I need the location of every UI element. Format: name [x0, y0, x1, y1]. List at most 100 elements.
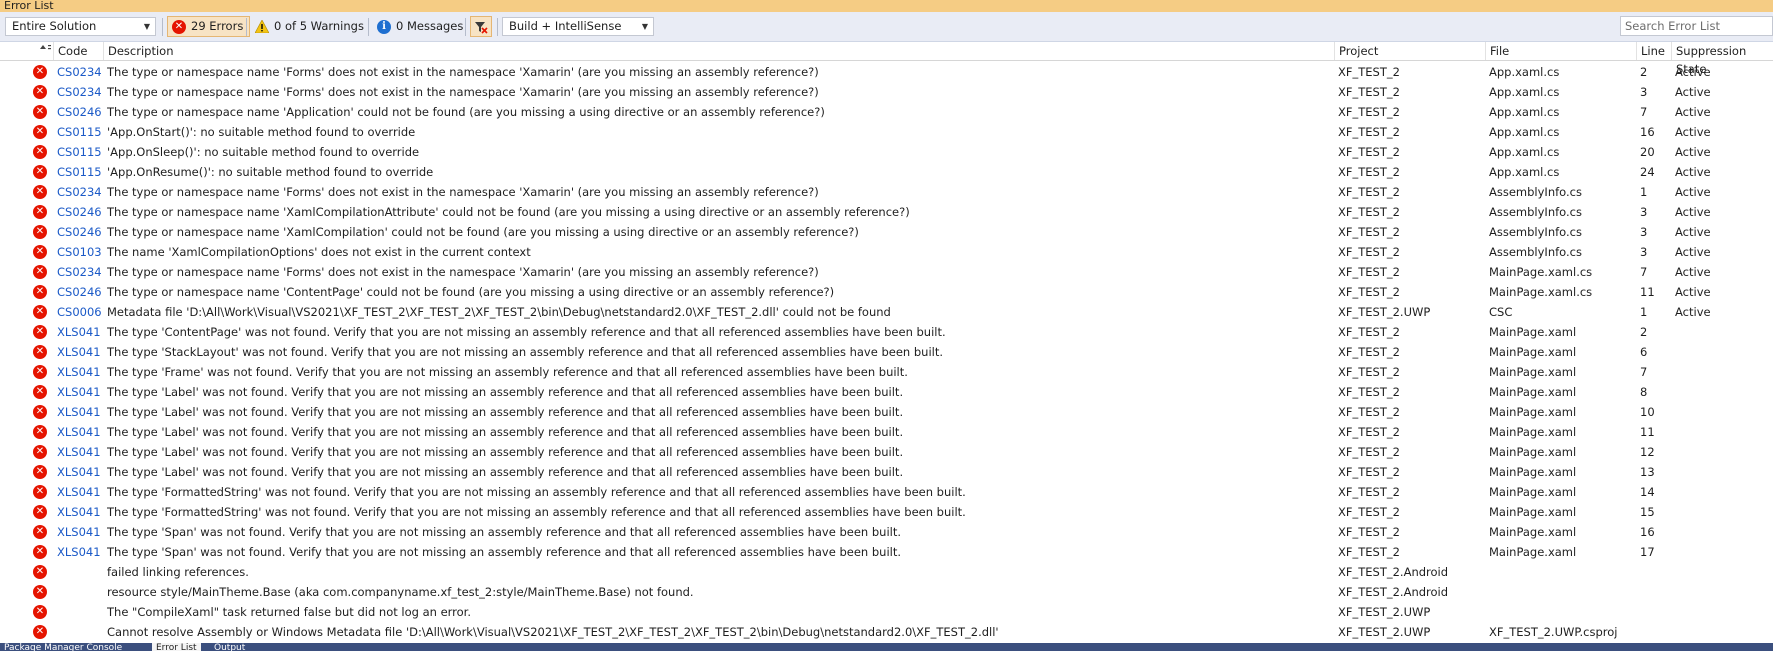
table-row[interactable]: ✕ XLS0414 The type 'Label' was not found. …: [0, 442, 1773, 462]
error-file: [1489, 582, 1634, 602]
column-header-code[interactable]: Code: [53, 42, 103, 60]
error-code-link[interactable]: [57, 602, 101, 622]
table-row[interactable]: ✕ Cannot resolve Assembly or Windows Meta…: [0, 622, 1773, 642]
error-code-link[interactable]: XLS0414: [57, 542, 101, 562]
tab-error-list[interactable]: Error List: [152, 643, 201, 651]
error-code-link[interactable]: CS0103: [57, 242, 101, 262]
error-icon: ✕: [33, 245, 47, 259]
error-project: XF_TEST_2: [1338, 145, 1400, 159]
table-row[interactable]: ✕ XLS0414 The type 'Label' was not found. …: [0, 382, 1773, 402]
error-code-link[interactable]: CS0115: [57, 162, 101, 182]
error-code-link[interactable]: XLS0414: [57, 462, 101, 482]
error-suppression-state: Active: [1675, 205, 1711, 219]
table-row[interactable]: ✕ CS0246 The type or namespace name 'Conte…: [0, 282, 1773, 302]
table-row[interactable]: ✕ XLS0414 The type 'StackLayout' was not f…: [0, 342, 1773, 362]
error-code-link[interactable]: CS0234: [57, 62, 101, 82]
build-filter-dropdown[interactable]: Build + IntelliSense ▼: [502, 17, 654, 36]
error-code-link[interactable]: XLS0414: [57, 522, 101, 542]
error-code-link[interactable]: XLS0414: [57, 382, 101, 402]
column-header-line[interactable]: Line: [1636, 42, 1671, 60]
table-row[interactable]: ✕ The "CompileXaml" task returned false b…: [0, 602, 1773, 622]
errors-filter-button[interactable]: ✕ 29 Errors: [167, 16, 251, 37]
tab-output[interactable]: Output: [210, 643, 249, 651]
error-suppression-state: Active: [1675, 85, 1711, 99]
column-header-description[interactable]: Description: [103, 42, 1334, 60]
error-code-link[interactable]: CS0234: [57, 182, 101, 202]
window-title: Error List: [0, 0, 1773, 12]
filter-button[interactable]: [470, 16, 492, 37]
table-row[interactable]: ✕ resource style/MainTheme.Base (aka com.…: [0, 582, 1773, 602]
column-header-suppression[interactable]: Suppression State: [1671, 42, 1773, 76]
table-row[interactable]: ✕ XLS0414 The type 'Frame' was not found. …: [0, 362, 1773, 382]
error-code-link[interactable]: CS0115: [57, 142, 101, 162]
error-description: The type 'Span' was not found. Verify th…: [107, 525, 902, 539]
error-project: XF_TEST_2: [1338, 165, 1400, 179]
error-description: The type 'Label' was not found. Verify t…: [107, 425, 904, 439]
error-code-link[interactable]: [57, 562, 101, 582]
error-code-link[interactable]: XLS0414: [57, 362, 101, 382]
table-row[interactable]: ✕ CS0246 The type or namespace name 'XamlC…: [0, 222, 1773, 242]
error-file: MainPage.xaml.cs: [1489, 265, 1593, 279]
table-row[interactable]: ✕ CS0115 'App.OnStart()': no suitable meth…: [0, 122, 1773, 142]
table-row[interactable]: ✕ CS0246 The type or namespace name 'XamlC…: [0, 202, 1773, 222]
error-project: XF_TEST_2: [1338, 85, 1400, 99]
table-row[interactable]: ✕ CS0234 The type or namespace name 'Forms…: [0, 62, 1773, 82]
error-description: resource style/MainTheme.Base (aka com.c…: [107, 585, 694, 599]
error-line: 10: [1640, 405, 1655, 419]
error-code-link[interactable]: XLS0414: [57, 422, 101, 442]
table-row[interactable]: ✕ CS0246 The type or namespace name 'Appli…: [0, 102, 1773, 122]
error-code-link[interactable]: CS0006: [57, 302, 101, 322]
error-code-link[interactable]: CS0115: [57, 122, 101, 142]
table-row[interactable]: ✕ CS0115 'App.OnSleep()': no suitable meth…: [0, 142, 1773, 162]
table-row[interactable]: ✕ XLS0414 The type 'ContentPage' was not f…: [0, 322, 1773, 342]
table-row[interactable]: ✕ XLS0414 The type 'Span' was not found. V…: [0, 542, 1773, 562]
table-row[interactable]: ✕ CS0234 The type or namespace name 'Forms…: [0, 82, 1773, 102]
table-row[interactable]: ✕ CS0234 The type or namespace name 'Forms…: [0, 262, 1773, 282]
error-code-link[interactable]: CS0246: [57, 102, 101, 122]
build-filter-value: Build + IntelliSense: [509, 19, 622, 33]
table-row[interactable]: ✕ XLS0414 The type 'Label' was not found. …: [0, 402, 1773, 422]
error-code-link[interactable]: CS0234: [57, 262, 101, 282]
messages-filter-button[interactable]: i 0 Messages: [373, 16, 469, 37]
table-row[interactable]: ✕ XLS0414 The type 'Label' was not found. …: [0, 462, 1773, 482]
column-header-row: Code Description Project File Line Suppr…: [0, 42, 1773, 76]
error-code-link[interactable]: CS0246: [57, 202, 101, 222]
error-file: [1489, 602, 1634, 622]
table-row[interactable]: ✕ failed linking references. XF_TEST_2.And…: [0, 562, 1773, 582]
table-row[interactable]: ✕ XLS0414 The type 'FormattedString' was n…: [0, 502, 1773, 522]
error-code-link[interactable]: CS0234: [57, 82, 101, 102]
error-suppression-state: Active: [1675, 145, 1711, 159]
error-code-link[interactable]: XLS0414: [57, 342, 101, 362]
scope-dropdown[interactable]: Entire Solution ▼: [5, 17, 156, 36]
chevron-down-icon: ▼: [143, 22, 150, 31]
table-row[interactable]: ✕ CS0115 'App.OnResume()': no suitable met…: [0, 162, 1773, 182]
error-suppression-state: [1675, 342, 1773, 362]
error-suppression-state: Active: [1675, 285, 1711, 299]
error-code-link[interactable]: [57, 582, 101, 602]
table-row[interactable]: ✕ CS0006 Metadata file 'D:\All\Work\Visual…: [0, 302, 1773, 322]
error-code-link[interactable]: CS0246: [57, 282, 101, 302]
error-code-link[interactable]: XLS0414: [57, 322, 101, 342]
table-row[interactable]: ✕ XLS0414 The type 'Label' was not found. …: [0, 422, 1773, 442]
search-input[interactable]: Search Error List: [1620, 16, 1773, 36]
error-line: 13: [1640, 465, 1655, 479]
error-line: 1: [1640, 305, 1648, 319]
column-header-icon[interactable]: [28, 42, 56, 60]
error-file: MainPage.xaml: [1489, 505, 1577, 519]
table-row[interactable]: ✕ XLS0414 The type 'FormattedString' was n…: [0, 482, 1773, 502]
error-code-link[interactable]: XLS0414: [57, 402, 101, 422]
error-line: [1640, 602, 1670, 622]
error-code-link[interactable]: XLS0414: [57, 502, 101, 522]
error-description: The type 'ContentPage' was not found. Ve…: [107, 325, 946, 339]
column-header-file[interactable]: File: [1485, 42, 1636, 60]
column-header-project[interactable]: Project: [1334, 42, 1485, 60]
table-row[interactable]: ✕ XLS0414 The type 'Span' was not found. V…: [0, 522, 1773, 542]
error-code-link[interactable]: CS0246: [57, 222, 101, 242]
error-code-link[interactable]: XLS0414: [57, 482, 101, 502]
error-code-link[interactable]: XLS0414: [57, 442, 101, 462]
table-row[interactable]: ✕ CS0103 The name 'XamlCompilationOptions'…: [0, 242, 1773, 262]
error-code-link[interactable]: [57, 622, 101, 642]
warnings-filter-button[interactable]: 0 of 5 Warnings: [251, 16, 370, 37]
table-row[interactable]: ✕ CS0234 The type or namespace name 'Forms…: [0, 182, 1773, 202]
tab-package-manager-console[interactable]: Package Manager Console: [0, 643, 126, 651]
